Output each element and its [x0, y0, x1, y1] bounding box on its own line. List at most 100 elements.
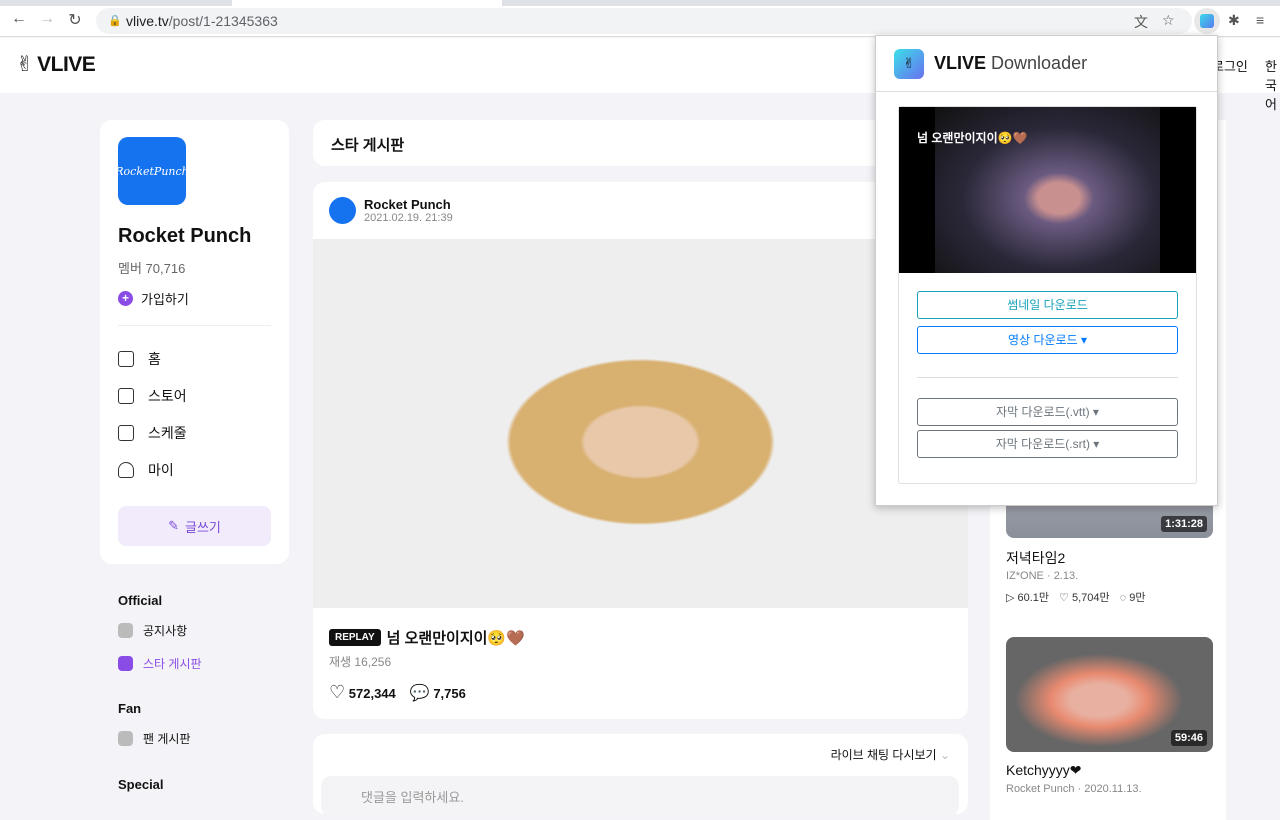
- member-count: 멤버 70,716: [118, 258, 271, 277]
- write-label: 글쓰기: [185, 517, 221, 536]
- channel-name: Rocket Punch: [118, 225, 271, 248]
- vlive-logo[interactable]: ✌VLIVE: [16, 52, 95, 77]
- popup-body: 넘 오랜만이지이🥺🤎 썸네일 다운로드 영상 다운로드 ▾ 자막 다운로드(.v…: [898, 106, 1197, 484]
- downloader-logo-icon: ✌: [894, 49, 924, 79]
- plus-icon: +: [118, 291, 133, 306]
- calendar-icon: [118, 425, 134, 441]
- chevron-down-icon: ⌄: [940, 748, 950, 762]
- menu-home[interactable]: 홈: [118, 340, 271, 377]
- channel-avatar[interactable]: RocketPunch: [118, 137, 186, 205]
- plays: 60.1만: [1018, 592, 1050, 604]
- subtitle-vtt-download-button[interactable]: 자막 다운로드(.vtt) ▾: [917, 398, 1178, 426]
- popup-title-bold: VLIVE: [934, 53, 986, 73]
- reload-icon[interactable]: ↻: [64, 10, 86, 30]
- nav-fan-board[interactable]: 팬 게시판: [118, 730, 191, 747]
- menu-store[interactable]: 스토어: [118, 377, 271, 414]
- live-chat-label: 라이브 채팅 다시보기: [831, 748, 937, 762]
- nav-star-board[interactable]: 스타 게시판: [118, 655, 202, 672]
- comment-icon: 💬: [410, 685, 430, 702]
- comments: 9만: [1129, 592, 1145, 604]
- extension-icon: [1200, 14, 1214, 28]
- post-title-text: 넘 오랜만이지이🥺🤎: [387, 627, 525, 648]
- vlive-downloader-extension-button[interactable]: [1194, 8, 1220, 34]
- v-hand-icon: ✌: [16, 52, 33, 77]
- live-chat-replay-toggle[interactable]: 라이브 채팅 다시보기 ⌄: [831, 746, 950, 763]
- nav-label: 공지사항: [143, 622, 187, 639]
- thumbnail-caption: 넘 오랜만이지이🥺🤎: [917, 129, 1028, 146]
- related-thumb[interactable]: 59:46: [1006, 637, 1213, 752]
- vlive-downloader-popup: ✌ VLIVE Downloader 넘 오랜만이지이🥺🤎 썸네일 다운로드 영…: [875, 35, 1218, 506]
- related-title[interactable]: Ketchyyyy❤: [1006, 762, 1082, 779]
- like-button[interactable]: ♡ 572,344: [329, 682, 396, 703]
- channel-card: RocketPunch Rocket Punch 멤버 70,716 + 가입하기…: [100, 120, 289, 564]
- comment-section: 라이브 채팅 다시보기 ⌄ 댓글을 입력하세요.: [313, 734, 968, 814]
- related-channel: Rocket Punch: [1006, 783, 1074, 795]
- related-date: 2020.11.13.: [1084, 783, 1141, 795]
- subtitle-srt-download-button[interactable]: 자막 다운로드(.srt) ▾: [917, 430, 1178, 458]
- heart-icon: ♡: [329, 682, 345, 702]
- back-icon[interactable]: ←: [8, 10, 30, 28]
- comment-count: ◌ 9만: [1120, 589, 1146, 605]
- board-title: 스타 게시판: [313, 120, 968, 166]
- section-official: Official: [118, 593, 162, 608]
- video-download-button[interactable]: 영상 다운로드 ▾: [917, 326, 1178, 354]
- url-host: vlive.tv: [126, 13, 169, 29]
- star-icon: [118, 656, 133, 671]
- related-meta: Rocket Punch · 2020.11.13.: [1006, 783, 1142, 795]
- address-bar[interactable]: 🔒 vlive.tv/post/1-21345363: [96, 8, 1192, 34]
- post-card: Rocket Punch2021.02.19. 21:39 REPLAY 넘 오랜…: [313, 182, 968, 719]
- related-meta: IZ*ONE · 2.13.: [1006, 570, 1078, 582]
- browser-toolbar: ← → ↻ 🔒 vlive.tv/post/1-21345363 文 ☆ ✱ ≡: [0, 6, 1280, 37]
- bag-icon: [118, 388, 134, 404]
- puzzle-icon[interactable]: ✱: [1228, 12, 1240, 29]
- star-icon[interactable]: ☆: [1162, 12, 1175, 29]
- divider: [917, 377, 1178, 378]
- post-title: REPLAY 넘 오랜만이지이🥺🤎: [329, 627, 525, 648]
- related-stats: ▷ 60.1만 ♡ 5,704만 ◌ 9만: [1006, 589, 1145, 605]
- forward-icon[interactable]: →: [36, 10, 58, 28]
- menu-label: 마이: [148, 460, 174, 480]
- language-link[interactable]: 한국어: [1265, 56, 1280, 113]
- pencil-icon: ✎: [168, 518, 179, 534]
- person-icon: [118, 462, 134, 478]
- comment-input[interactable]: 댓글을 입력하세요.: [321, 776, 959, 816]
- comment-button[interactable]: 💬 7,756: [410, 683, 466, 703]
- section-fan: Fan: [118, 701, 141, 716]
- related-title[interactable]: 저녁타임2: [1006, 548, 1065, 568]
- grid-icon: [118, 351, 134, 367]
- translate-icon[interactable]: 文: [1134, 12, 1148, 32]
- related-date: 2.13.: [1054, 570, 1078, 582]
- lock-icon: 🔒: [108, 8, 122, 34]
- menu-schedule[interactable]: 스케줄: [118, 414, 271, 451]
- replay-badge: REPLAY: [329, 629, 381, 646]
- like-count: 572,344: [349, 686, 396, 701]
- menu-label: 홈: [148, 349, 161, 369]
- menu-label: 스토어: [148, 386, 187, 406]
- menu-label: 스케줄: [148, 423, 187, 443]
- post-author[interactable]: Rocket Punch2021.02.19. 21:39: [329, 197, 453, 224]
- board-icon: [118, 731, 133, 746]
- post-stats: ♡ 572,344 💬 7,756: [329, 682, 466, 703]
- comment-count: 7,756: [433, 686, 466, 701]
- related-channel: IZ*ONE: [1006, 570, 1044, 582]
- popup-header: ✌ VLIVE Downloader: [876, 36, 1217, 92]
- section-special: Special: [118, 777, 164, 792]
- megaphone-icon: [118, 623, 133, 638]
- duration: 1:31:28: [1161, 516, 1207, 532]
- url-path: /post/1-21345363: [169, 13, 278, 29]
- likes: 5,704만: [1072, 592, 1110, 604]
- video-player[interactable]: [313, 239, 968, 608]
- join-button[interactable]: + 가입하기: [118, 289, 271, 308]
- view-count: 재생 16,256: [329, 653, 391, 670]
- duration: 59:46: [1171, 730, 1207, 746]
- post-date: 2021.02.19. 21:39: [364, 212, 453, 224]
- like-count: ♡ 5,704만: [1059, 589, 1110, 605]
- thumbnail-download-button[interactable]: 썸네일 다운로드: [917, 291, 1178, 319]
- write-button[interactable]: ✎ 글쓰기: [118, 506, 271, 546]
- media-icon[interactable]: ≡: [1256, 12, 1264, 28]
- nav-notice[interactable]: 공지사항: [118, 622, 187, 639]
- author-avatar: [329, 197, 356, 224]
- menu-my[interactable]: 마이: [118, 451, 271, 488]
- join-label: 가입하기: [141, 289, 189, 308]
- logo-text: VLIVE: [37, 53, 95, 77]
